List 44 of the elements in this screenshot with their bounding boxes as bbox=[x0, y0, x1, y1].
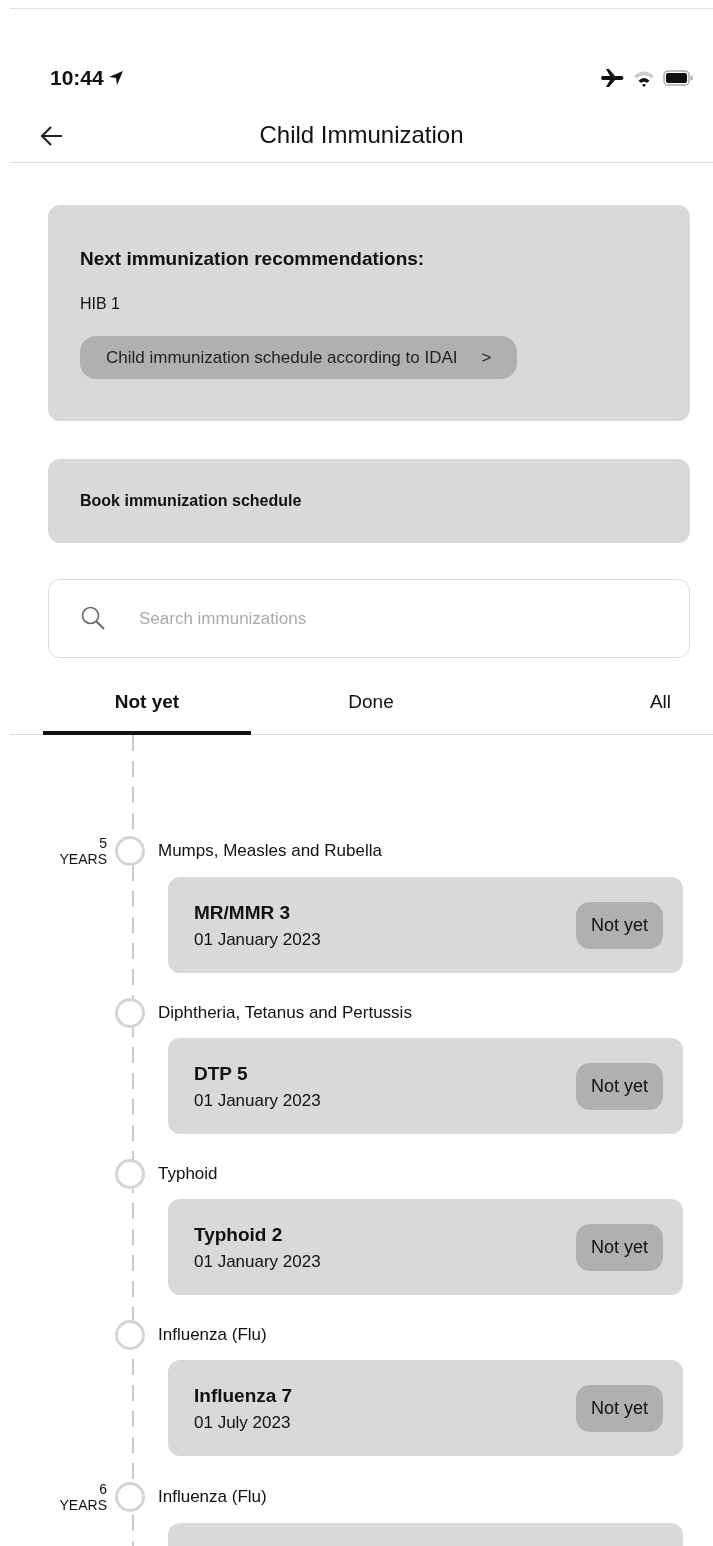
page-title: Child Immunization bbox=[259, 119, 464, 150]
schedule-link-button[interactable]: Child immunization schedule according to IDAI > bbox=[80, 335, 518, 379]
vaccine-name: Typhoid 2 bbox=[194, 1222, 284, 1247]
book-schedule-button[interactable]: Book immunization schedule bbox=[48, 459, 690, 543]
status-badge: Not yet bbox=[575, 1063, 663, 1111]
recommended-vaccine: HIB 1 bbox=[80, 293, 121, 314]
status-badge: Not yet bbox=[575, 902, 663, 950]
vaccine-card[interactable]: DTP 5 01 January 2023 Not yet bbox=[168, 1037, 683, 1134]
filter-tab[interactable]: All bbox=[491, 680, 671, 735]
vaccine-card[interactable]: Influenza 7 01 July 2023 Not yet bbox=[168, 1359, 683, 1456]
status-badge: Not yet bbox=[575, 1385, 663, 1433]
back-button[interactable] bbox=[40, 123, 64, 147]
vaccine-category: Typhoid bbox=[158, 1162, 218, 1185]
timeline-node bbox=[115, 835, 145, 866]
vaccine-date: 01 January 2023 bbox=[194, 1251, 321, 1274]
age-label: 6 YEARS bbox=[59, 1480, 107, 1513]
vaccine-date: 01 January 2023 bbox=[194, 929, 321, 952]
filter-tab[interactable]: Not yet bbox=[43, 680, 251, 735]
search-field[interactable]: Search immunizations bbox=[48, 579, 690, 658]
airplane-icon bbox=[601, 68, 625, 88]
vaccine-date: 01 July 2023 bbox=[194, 1412, 292, 1435]
age-label: 5 YEARS bbox=[59, 834, 107, 867]
timeline-node bbox=[115, 1481, 145, 1512]
location-arrow-icon bbox=[107, 70, 124, 86]
timeline-node bbox=[115, 1158, 145, 1189]
status-time: 10:44 bbox=[50, 65, 104, 92]
status-badge: Not yet bbox=[575, 1224, 663, 1272]
filter-tab[interactable]: Done bbox=[251, 680, 491, 735]
vaccine-category: Influenza (Flu) bbox=[158, 1486, 267, 1509]
vaccine-name: Influenza 7 bbox=[194, 1383, 293, 1408]
vaccine-name: DTP 5 bbox=[194, 1061, 249, 1086]
search-icon bbox=[80, 605, 106, 631]
vaccine-category: Diphtheria, Tetanus and Pertussis bbox=[158, 1001, 412, 1024]
vaccine-name: MR/MMR 3 bbox=[194, 900, 292, 925]
vaccine-category: Mumps, Measles and Rubella bbox=[158, 839, 382, 862]
vaccine-category: Influenza (Flu) bbox=[158, 1323, 267, 1346]
timeline-node bbox=[115, 1319, 145, 1350]
battery-icon bbox=[663, 70, 693, 86]
timeline-node bbox=[115, 997, 145, 1028]
vaccine-card[interactable]: MR/MMR 3 01 January 2023 Not yet bbox=[168, 876, 683, 973]
wifi-icon bbox=[633, 69, 655, 87]
vaccine-card[interactable]: Typhoid 2 01 January 2023 Not yet bbox=[168, 1198, 683, 1295]
recommendation-title: Next immunization recommendations: bbox=[80, 247, 426, 271]
vaccine-date: 01 January 2023 bbox=[194, 1090, 321, 1113]
